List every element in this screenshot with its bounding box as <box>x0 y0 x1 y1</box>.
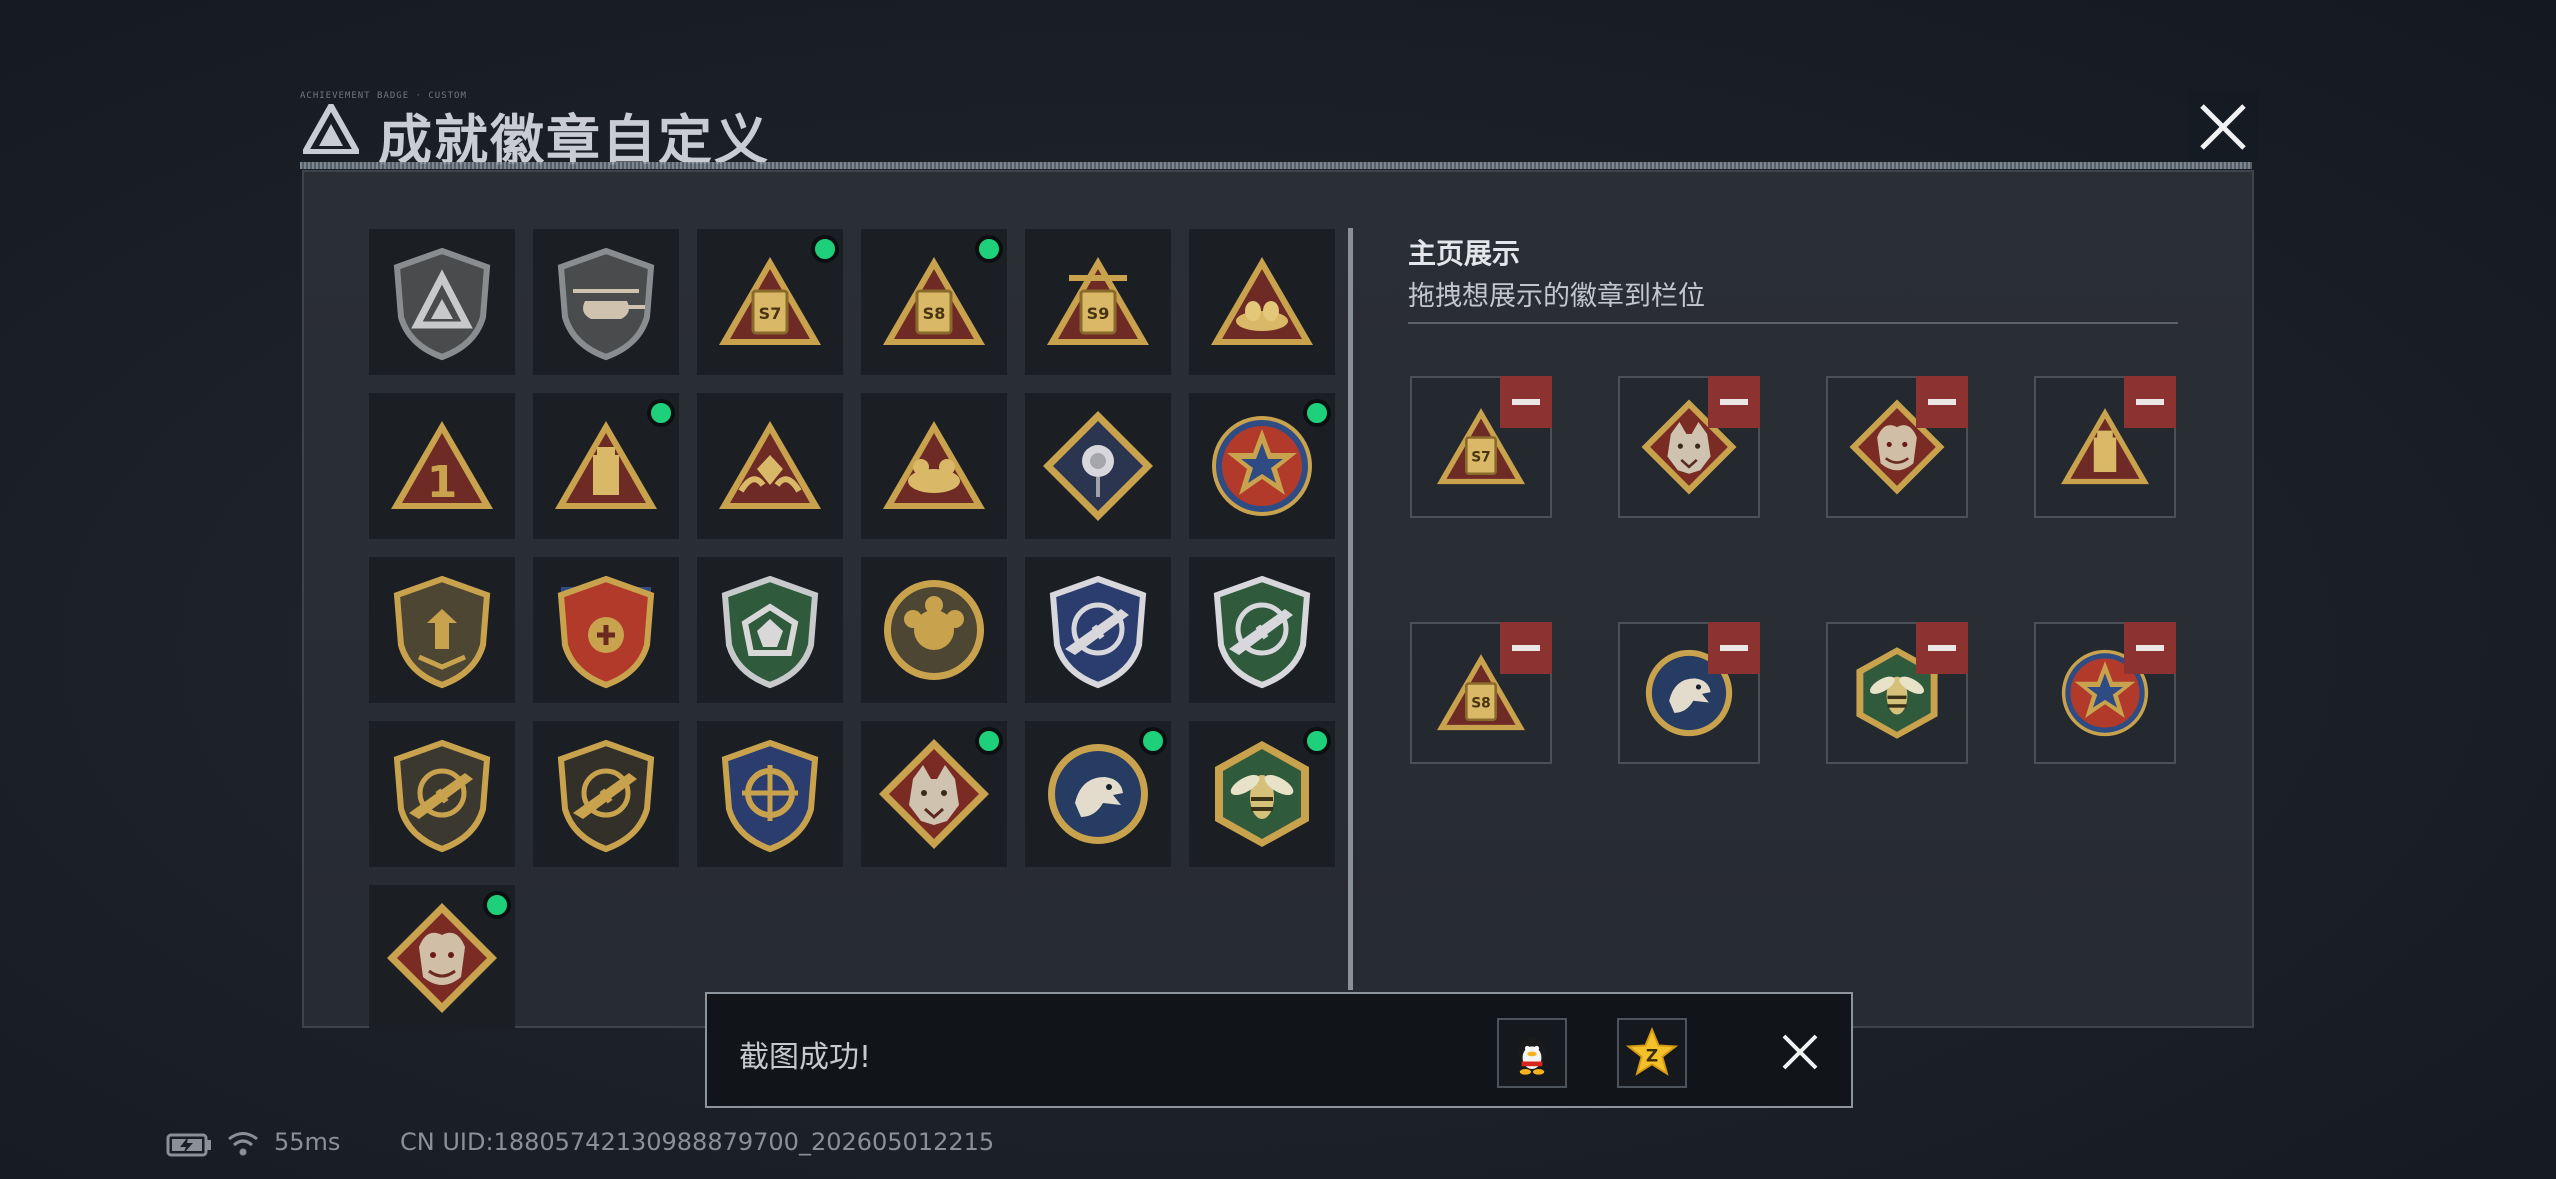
toast-message: 截图成功! <box>739 1040 872 1075</box>
new-indicator-dot <box>1303 399 1331 427</box>
remove-badge-button[interactable] <box>1500 376 1552 428</box>
helicopter-badge[interactable] <box>533 229 679 375</box>
season-s8-badge[interactable]: S8 <box>861 229 1007 375</box>
new-indicator-dot <box>975 235 1003 263</box>
base-badge-icon <box>393 247 491 361</box>
slot-season-s7[interactable]: S7 <box>1410 376 1552 518</box>
rifle-shield-badge[interactable] <box>369 721 515 867</box>
blue-rifle-shield-badge-icon <box>1049 575 1147 689</box>
new-indicator-dot <box>483 891 511 919</box>
hands-gem-badge-icon <box>719 421 821 509</box>
green-rifle-shield-badge[interactable] <box>1189 557 1335 703</box>
season-s7-badge[interactable]: S7 <box>697 229 843 375</box>
share-qq-button[interactable] <box>1497 1018 1567 1088</box>
animals-badge-icon <box>883 421 985 509</box>
ping-readout: 55ms <box>274 1128 341 1156</box>
blue-rifle-shield-badge[interactable] <box>1025 557 1171 703</box>
rose-badge[interactable] <box>1025 393 1171 539</box>
green-gem-shield-badge[interactable] <box>697 557 843 703</box>
new-indicator-dot <box>811 235 839 263</box>
bird-nest-badge[interactable] <box>1189 229 1335 375</box>
new-indicator-dot <box>975 727 1003 755</box>
title-bar: ACHIEVEMENT BADGE · CUSTOM 成就徽章自定义 <box>300 88 2252 172</box>
screenshot-toast: 截图成功! Z <box>705 992 1853 1108</box>
wolf-badge[interactable] <box>861 721 1007 867</box>
rifle-shield-badge-icon <box>393 739 491 853</box>
season-s9-badge-icon: S9 <box>1047 257 1149 345</box>
uid-readout: CN UID:18805742130988879700_202605012215 <box>400 1128 995 1156</box>
slot-hornet[interactable] <box>1826 622 1968 764</box>
new-indicator-dot <box>1139 727 1167 755</box>
hands-gem-badge[interactable] <box>697 393 843 539</box>
gold-crosshair-shield-badge-icon <box>721 739 819 853</box>
remove-badge-button[interactable] <box>1916 622 1968 674</box>
title-underline <box>300 162 2252 169</box>
svg-text:S7: S7 <box>1471 450 1491 466</box>
winged-shield-badge-icon <box>393 575 491 689</box>
svg-text:S8: S8 <box>923 304 946 323</box>
showcase-title: 主页展示 <box>1408 237 1521 270</box>
panel-divider[interactable] <box>1348 228 1353 990</box>
slot-tower[interactable] <box>2034 376 2176 518</box>
svg-text:S7: S7 <box>759 304 782 323</box>
fist-emblem-badge[interactable] <box>861 557 1007 703</box>
remove-badge-button[interactable] <box>2124 622 2176 674</box>
slot-eagle[interactable] <box>1618 622 1760 764</box>
eagle-badge[interactable] <box>1025 721 1171 867</box>
green-gem-shield-badge-icon <box>721 575 819 689</box>
tower-badge[interactable] <box>533 393 679 539</box>
svg-text:S9: S9 <box>1087 304 1110 323</box>
battery-charging-icon <box>166 1133 211 1157</box>
slot-dragon[interactable] <box>1826 376 1968 518</box>
rose-badge-icon <box>1043 411 1153 521</box>
remove-badge-button[interactable] <box>1708 376 1760 428</box>
ribbon-shield-badge-icon <box>557 575 655 689</box>
remove-badge-button[interactable] <box>2124 376 2176 428</box>
remove-badge-button[interactable] <box>1916 376 1968 428</box>
rank-one-badge-icon: 1 <box>391 421 493 509</box>
star-crest-badge[interactable] <box>1189 393 1335 539</box>
rank-one-badge[interactable]: 1 <box>369 393 515 539</box>
slot-season-s8[interactable]: S8 <box>1410 622 1552 764</box>
toast-close-button[interactable] <box>1772 1024 1828 1080</box>
share-qzone-button[interactable]: Z <box>1617 1018 1687 1088</box>
close-button[interactable] <box>2188 92 2258 162</box>
showcase-subtitle: 拖拽想展示的徽章到栏位 <box>1408 281 1705 312</box>
winged-shield-badge[interactable] <box>369 557 515 703</box>
wifi-icon <box>228 1132 258 1156</box>
qzone-icon: Z <box>1625 1026 1679 1076</box>
ribbon-shield-badge[interactable] <box>533 557 679 703</box>
hornet-badge[interactable] <box>1189 721 1335 867</box>
fist-emblem-badge-icon <box>884 580 984 680</box>
close-icon <box>1782 1034 1818 1070</box>
remove-badge-button[interactable] <box>1500 622 1552 674</box>
animals-badge[interactable] <box>861 393 1007 539</box>
bird-nest-badge-icon <box>1211 257 1313 345</box>
new-indicator-dot <box>647 399 675 427</box>
qq-icon <box>1518 1036 1546 1075</box>
slot-wolf[interactable] <box>1618 376 1760 518</box>
game-logo-icon <box>303 104 359 154</box>
dragon-badge[interactable] <box>369 885 515 1031</box>
close-icon <box>2200 104 2246 150</box>
svg-text:Z: Z <box>1646 1046 1658 1066</box>
remove-badge-button[interactable] <box>1708 622 1760 674</box>
base-badge[interactable] <box>369 229 515 375</box>
helicopter-badge-icon <box>557 247 655 361</box>
slot-star-crest[interactable] <box>2034 622 2176 764</box>
green-rifle-shield-badge-icon <box>1213 575 1311 689</box>
svg-text:S8: S8 <box>1471 696 1491 712</box>
svg-text:1: 1 <box>427 457 458 508</box>
new-indicator-dot <box>1303 727 1331 755</box>
showcase-divider <box>1408 322 2178 324</box>
gold-crosshair-shield-badge[interactable] <box>697 721 843 867</box>
rifle-shield-dark-badge[interactable] <box>533 721 679 867</box>
season-s9-badge[interactable]: S9 <box>1025 229 1171 375</box>
rifle-shield-dark-badge-icon <box>557 739 655 853</box>
